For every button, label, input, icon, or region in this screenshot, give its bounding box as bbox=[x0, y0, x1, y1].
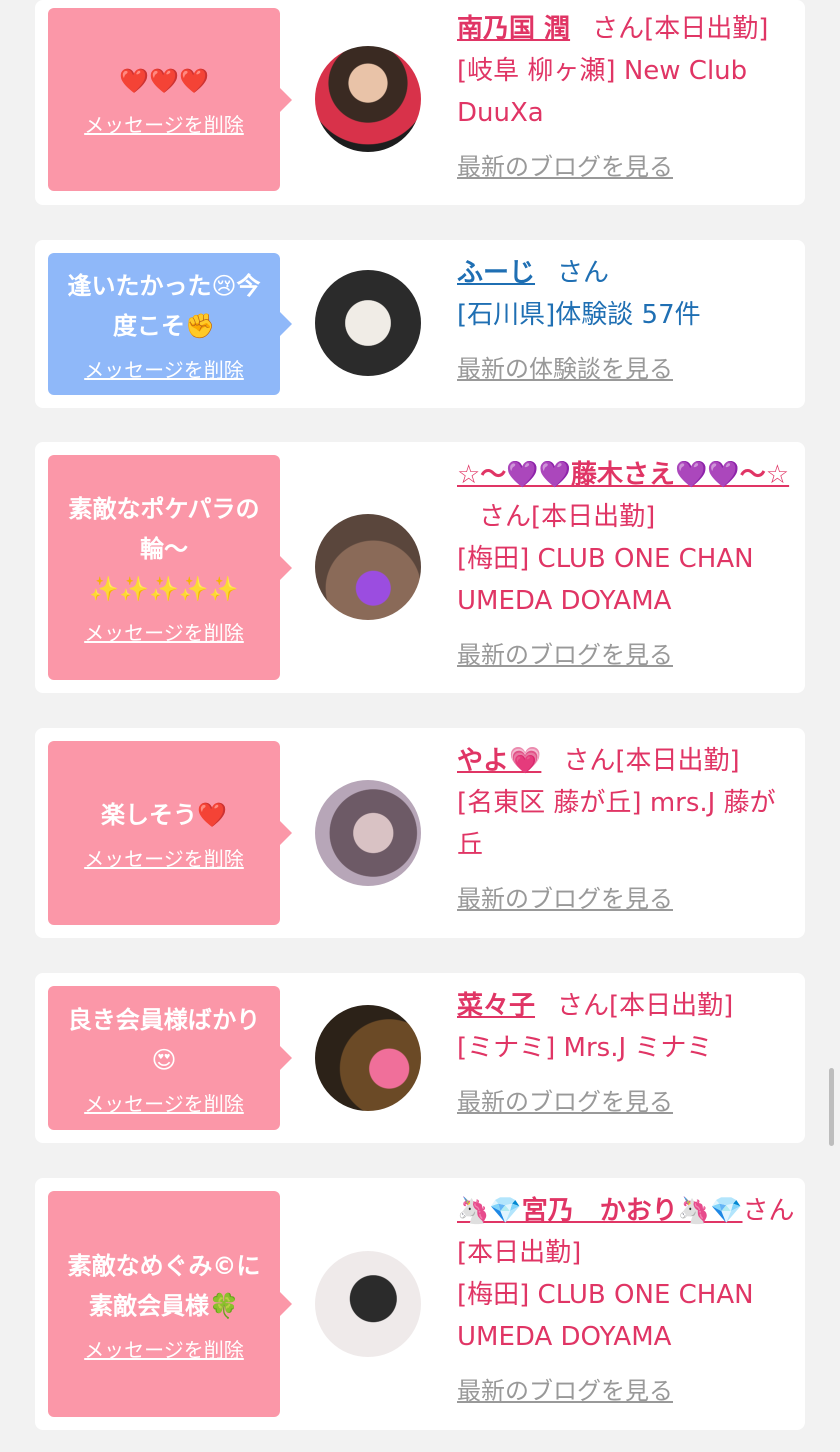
message-card: 良き会員様ばかり😍 メッセージを削除 菜々子 さん[本日出勤] [ミナミ] Mrs… bbox=[35, 973, 805, 1143]
status-label: [本日出勤] bbox=[457, 1238, 582, 1268]
message-bubble: 楽しそう❤️ メッセージを削除 bbox=[48, 741, 292, 925]
avatar[interactable] bbox=[315, 514, 421, 620]
user-name-link[interactable]: ふーじ bbox=[457, 258, 535, 288]
status-label: [本日出勤] bbox=[644, 14, 769, 44]
message-card: 素敵なポケパラの輪〜 ✨✨✨✨✨ メッセージを削除 ☆〜💜💜藤木さえ💜💜〜☆ さん… bbox=[35, 442, 805, 693]
user-name-link[interactable]: 南乃国 潤 bbox=[457, 14, 570, 44]
message-text: 楽しそう❤️ bbox=[101, 800, 227, 829]
avatar[interactable] bbox=[315, 1005, 421, 1111]
user-info: 南乃国 潤さん[本日出勤] [岐阜 柳ヶ瀬] New Club DuuXa 最新… bbox=[457, 8, 797, 188]
shop-label: [梅田] CLUB ONE CHAN UMEDA DOYAMA bbox=[457, 544, 754, 616]
avatar[interactable] bbox=[315, 780, 421, 886]
status-label: [本日出勤] bbox=[615, 746, 740, 776]
shop-label: [梅田] CLUB ONE CHAN UMEDA DOYAMA bbox=[457, 1280, 754, 1352]
view-reviews-link[interactable]: 最新の体験談を見る bbox=[457, 348, 797, 390]
view-blog-link[interactable]: 最新のブログを見る bbox=[457, 1081, 797, 1123]
user-info: 🦄💎宮乃 かおり🦄💎さん [本日出勤] [梅田] CLUB ONE CHAN UM… bbox=[457, 1190, 797, 1412]
message-bubble: 逢いたかった😢今度こそ✊ メッセージを削除 bbox=[48, 253, 292, 395]
message-bubble: 素敵なポケパラの輪〜 ✨✨✨✨✨ メッセージを削除 bbox=[48, 455, 292, 680]
shop-label: [岐阜 柳ヶ瀬] New Club DuuXa bbox=[457, 56, 748, 128]
message-text: 逢いたかった😢今度こそ✊ bbox=[67, 271, 261, 340]
scrollbar[interactable] bbox=[829, 1068, 834, 1146]
message-text: 良き会員様ばかり😍 bbox=[67, 1005, 261, 1074]
message-bubble: ❤️❤️❤️ メッセージを削除 bbox=[48, 8, 292, 191]
delete-message-link[interactable]: メッセージを削除 bbox=[84, 1334, 244, 1363]
message-text: ❤️❤️❤️ bbox=[119, 67, 209, 95]
honorific: さん bbox=[557, 258, 610, 288]
delete-message-link[interactable]: メッセージを削除 bbox=[84, 354, 244, 383]
user-info: ふーじ さん [石川県]体験談 57件 最新の体験談を見る bbox=[457, 252, 797, 390]
delete-message-link[interactable]: メッセージを削除 bbox=[84, 1088, 244, 1117]
status-label: [本日出勤] bbox=[609, 991, 734, 1021]
view-blog-link[interactable]: 最新のブログを見る bbox=[457, 878, 797, 920]
user-name-link[interactable]: 🦄💎宮乃 かおり🦄💎 bbox=[457, 1196, 743, 1226]
shop-label: [ミナミ] Mrs.J ミナミ bbox=[457, 1033, 713, 1063]
honorific: さん bbox=[592, 14, 645, 44]
user-info: ☆〜💜💜藤木さえ💜💜〜☆ さん[本日出勤] [梅田] CLUB ONE CHAN … bbox=[457, 454, 797, 676]
view-blog-link[interactable]: 最新のブログを見る bbox=[457, 146, 797, 188]
message-card: 逢いたかった😢今度こそ✊ メッセージを削除 ふーじ さん [石川県]体験談 57件… bbox=[35, 240, 805, 408]
message-bubble: 良き会員様ばかり😍 メッセージを削除 bbox=[48, 986, 292, 1130]
user-name-link[interactable]: やよ💗 bbox=[457, 746, 541, 776]
honorific: さん bbox=[557, 991, 610, 1021]
user-info: 菜々子 さん[本日出勤] [ミナミ] Mrs.J ミナミ 最新のブログを見る bbox=[457, 985, 797, 1123]
message-card: ❤️❤️❤️ メッセージを削除 南乃国 潤さん[本日出勤] [岐阜 柳ヶ瀬] N… bbox=[35, 0, 805, 205]
user-name-link[interactable]: ☆〜💜💜藤木さえ💜💜〜☆ bbox=[457, 460, 789, 490]
honorific: さん bbox=[742, 1196, 795, 1226]
message-text: 素敵なめぐみ©に素敵会員様🍀 bbox=[67, 1251, 261, 1320]
message-card: 素敵なめぐみ©に素敵会員様🍀 メッセージを削除 🦄💎宮乃 かおり🦄💎さん [本日出… bbox=[35, 1178, 805, 1430]
avatar[interactable] bbox=[315, 1251, 421, 1357]
user-info: やよ💗 さん[本日出勤] [名東区 藤が丘] mrs.J 藤が丘 最新のブログを見… bbox=[457, 740, 797, 920]
message-text: 素敵なポケパラの輪〜 ✨✨✨✨✨ bbox=[68, 495, 260, 603]
avatar[interactable] bbox=[315, 46, 421, 152]
avatar[interactable] bbox=[315, 270, 421, 376]
delete-message-link[interactable]: メッセージを削除 bbox=[84, 109, 244, 138]
delete-message-link[interactable]: メッセージを削除 bbox=[84, 843, 244, 872]
shop-label: [石川県]体験談 57件 bbox=[457, 300, 701, 330]
view-blog-link[interactable]: 最新のブログを見る bbox=[457, 1370, 797, 1412]
shop-label: [名東区 藤が丘] mrs.J 藤が丘 bbox=[457, 788, 776, 860]
view-blog-link[interactable]: 最新のブログを見る bbox=[457, 634, 797, 676]
message-bubble: 素敵なめぐみ©に素敵会員様🍀 メッセージを削除 bbox=[48, 1191, 292, 1417]
delete-message-link[interactable]: メッセージを削除 bbox=[84, 617, 244, 646]
honorific: さん bbox=[479, 502, 532, 532]
status-label: [本日出勤] bbox=[531, 502, 656, 532]
message-card: 楽しそう❤️ メッセージを削除 やよ💗 さん[本日出勤] [名東区 藤が丘] mr… bbox=[35, 728, 805, 938]
user-name-link[interactable]: 菜々子 bbox=[457, 991, 535, 1021]
honorific: さん bbox=[563, 746, 616, 776]
